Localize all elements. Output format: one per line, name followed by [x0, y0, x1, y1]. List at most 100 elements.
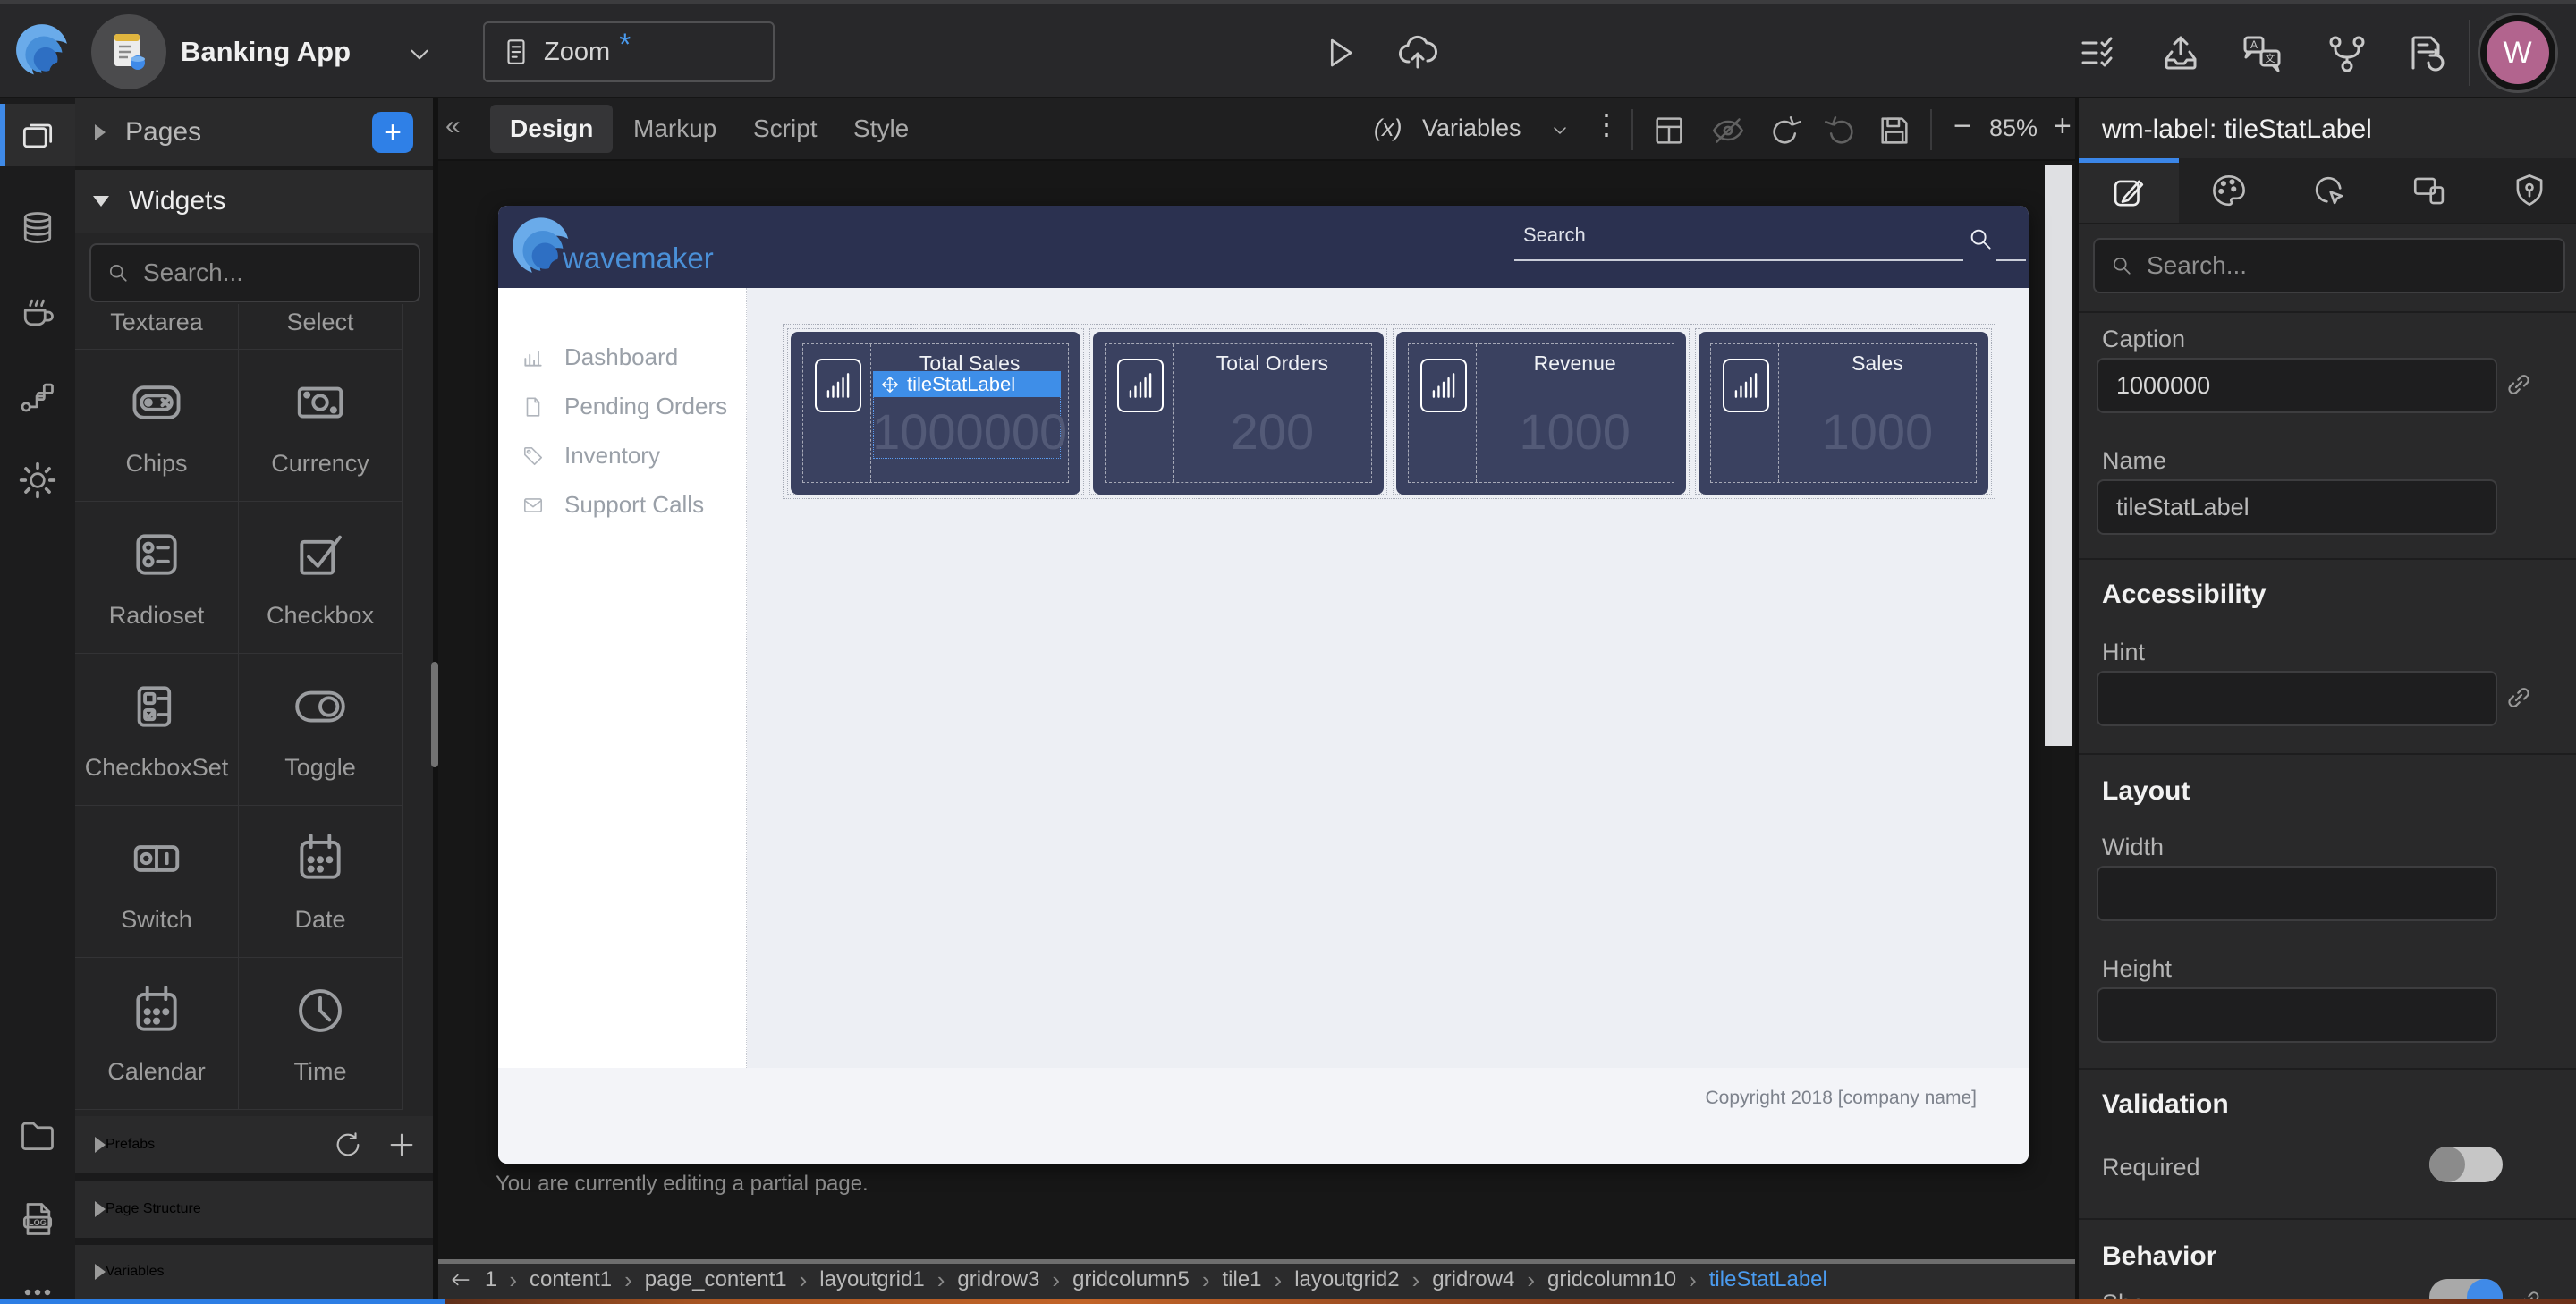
rail-item-apis[interactable] — [0, 365, 75, 428]
preview-search-underline[interactable] — [1514, 259, 1963, 261]
tile-stat-value[interactable]: 1000000 — [871, 384, 1068, 478]
widget-item-time[interactable]: Time — [239, 958, 402, 1110]
tile-stat-value[interactable]: 200 — [1174, 384, 1370, 478]
hide-outlines-eye-off-icon[interactable] — [1710, 113, 1746, 148]
preview-nav-pending-orders[interactable]: Pending Orders — [498, 382, 746, 431]
name-input[interactable] — [2097, 479, 2497, 535]
add-prefab-icon[interactable] — [386, 1130, 417, 1160]
breadcrumb-item[interactable]: page_content1 — [645, 1267, 787, 1292]
user-avatar[interactable]: W — [2478, 13, 2558, 93]
tile-total-orders[interactable]: Total Orders 200 — [1093, 332, 1383, 495]
widget-item-textarea[interactable]: Textarea — [75, 304, 239, 350]
tab-design[interactable]: Design — [490, 105, 613, 153]
widget-item-date[interactable]: Date — [239, 806, 402, 958]
grid-column[interactable]: Sales 1000 — [1695, 328, 1992, 495]
bind-link-icon[interactable] — [2503, 682, 2535, 714]
git-branch-button[interactable] — [2326, 32, 2368, 75]
preview-search-icon[interactable] — [1967, 225, 1994, 252]
chevron-down-icon[interactable] — [1549, 120, 1571, 141]
back-arrow-icon[interactable] — [449, 1268, 472, 1291]
show-toggle[interactable] — [2429, 1279, 2503, 1299]
breadcrumb-item-selected[interactable]: tileStatLabel — [1709, 1267, 1827, 1292]
page-structure-section-header[interactable]: Page Structure — [75, 1181, 433, 1238]
property-search-input[interactable] — [2145, 250, 2496, 281]
run-play-button[interactable] — [1321, 34, 1359, 72]
tile-stat-value[interactable]: 1000 — [1779, 384, 1976, 478]
canvas-right-scroll-strip[interactable] — [2045, 165, 2072, 746]
hint-input[interactable] — [2097, 671, 2497, 726]
widgets-section-header[interactable]: Widgets — [75, 170, 433, 233]
preview-nav-dashboard[interactable]: Dashboard — [498, 333, 746, 382]
redo-icon[interactable] — [1823, 113, 1859, 148]
widget-item-select[interactable]: Select — [239, 304, 402, 350]
save-icon[interactable] — [1877, 113, 1912, 148]
rail-item-logs[interactable]: LOG — [0, 1188, 75, 1250]
grid-column[interactable]: Revenue 1000 — [1393, 328, 1690, 495]
rail-item-file-explorer[interactable] — [0, 1104, 75, 1166]
rail-item-java-services[interactable] — [0, 281, 75, 343]
preview-nav-support-calls[interactable]: Support Calls — [498, 480, 746, 529]
tab-script[interactable]: Script — [733, 105, 837, 153]
tile-revenue[interactable]: Revenue 1000 — [1396, 332, 1686, 495]
tile-stat-value[interactable]: 1000 — [1477, 384, 1674, 478]
breadcrumb-item[interactable]: tile1 — [1222, 1267, 1261, 1292]
zoom-in-button[interactable]: + — [2054, 109, 2072, 144]
bind-link-icon[interactable] — [2503, 368, 2535, 401]
deploy-export-button[interactable] — [2159, 32, 2202, 75]
task-checklist-button[interactable] — [2077, 32, 2120, 75]
caption-input[interactable] — [2097, 358, 2497, 413]
file-sync-button[interactable] — [2404, 32, 2447, 75]
breadcrumb-item[interactable]: layoutgrid2 — [1294, 1267, 1399, 1292]
refresh-icon[interactable] — [333, 1130, 363, 1160]
collapse-left-panel-icon[interactable]: « — [445, 111, 461, 141]
breadcrumb-item[interactable]: 1 — [485, 1267, 496, 1292]
widget-item-toggle[interactable]: Toggle — [239, 654, 402, 806]
breadcrumb-item[interactable]: content1 — [530, 1267, 612, 1292]
breadcrumb-item[interactable]: gridrow3 — [957, 1267, 1039, 1292]
variables-menu[interactable]: Variables — [1422, 114, 1521, 142]
breadcrumb-item[interactable]: gridrow4 — [1432, 1267, 1514, 1292]
tab-style[interactable]: Style — [834, 105, 928, 153]
rail-item-database[interactable] — [0, 197, 75, 259]
rail-item-pages[interactable] — [0, 104, 75, 166]
tab-properties[interactable] — [2079, 158, 2179, 223]
tab-events[interactable] — [2279, 158, 2379, 223]
widget-search-input[interactable] — [141, 258, 387, 288]
variables-section-header[interactable]: Variables — [75, 1245, 433, 1299]
tab-devices[interactable] — [2379, 158, 2479, 223]
undo-icon[interactable] — [1767, 113, 1803, 148]
pages-section-header[interactable]: Pages + — [75, 98, 433, 166]
widget-item-checkboxset[interactable]: CheckboxSet — [75, 654, 239, 806]
widget-item-switch[interactable]: Switch — [75, 806, 239, 958]
wavemaker-logo[interactable] — [14, 21, 73, 80]
project-icon[interactable] — [91, 14, 166, 89]
grid-column[interactable]: Total Orders 200 — [1089, 328, 1386, 495]
left-panel-scrollbar[interactable] — [431, 662, 438, 767]
breadcrumb-item[interactable]: layoutgrid1 — [819, 1267, 924, 1292]
widget-item-currency[interactable]: Currency — [239, 350, 402, 502]
widget-item-chips[interactable]: Chips — [75, 350, 239, 502]
tab-styles[interactable] — [2179, 158, 2279, 223]
rail-item-more[interactable] — [0, 1261, 75, 1304]
grid-column[interactable]: Total Sales 1000000 tileStatLabel — [787, 328, 1084, 495]
height-input[interactable] — [2097, 987, 2497, 1043]
widget-item-radioset[interactable]: Radioset — [75, 502, 239, 654]
kebab-menu-icon[interactable]: ⋮ — [1592, 107, 1621, 141]
required-toggle[interactable] — [2429, 1147, 2503, 1182]
open-page-tab[interactable]: Zoom * — [483, 21, 775, 82]
project-switcher-chevron-down-icon[interactable] — [404, 39, 435, 70]
widget-item-calendar[interactable]: Calendar — [75, 958, 239, 1110]
widget-item-checkbox[interactable]: Checkbox — [239, 502, 402, 654]
breadcrumb-item[interactable]: gridcolumn10 — [1547, 1267, 1676, 1292]
rail-item-settings[interactable] — [0, 449, 75, 512]
tab-security[interactable] — [2479, 158, 2576, 223]
selected-widget-nameplate[interactable]: tileStatLabel — [873, 371, 1061, 397]
tile-sales[interactable]: Sales 1000 — [1699, 332, 1988, 495]
prefabs-section-header[interactable]: Prefabs — [75, 1116, 433, 1173]
cloud-upload-button[interactable] — [1395, 30, 1440, 73]
zoom-out-button[interactable]: − — [1953, 109, 1971, 144]
layout-grid-icon[interactable] — [1651, 113, 1687, 148]
tile-total-sales[interactable]: Total Sales 1000000 tileStatLabel — [791, 332, 1080, 495]
bind-link-icon[interactable] — [2515, 1286, 2544, 1299]
add-page-button[interactable]: + — [372, 112, 413, 153]
